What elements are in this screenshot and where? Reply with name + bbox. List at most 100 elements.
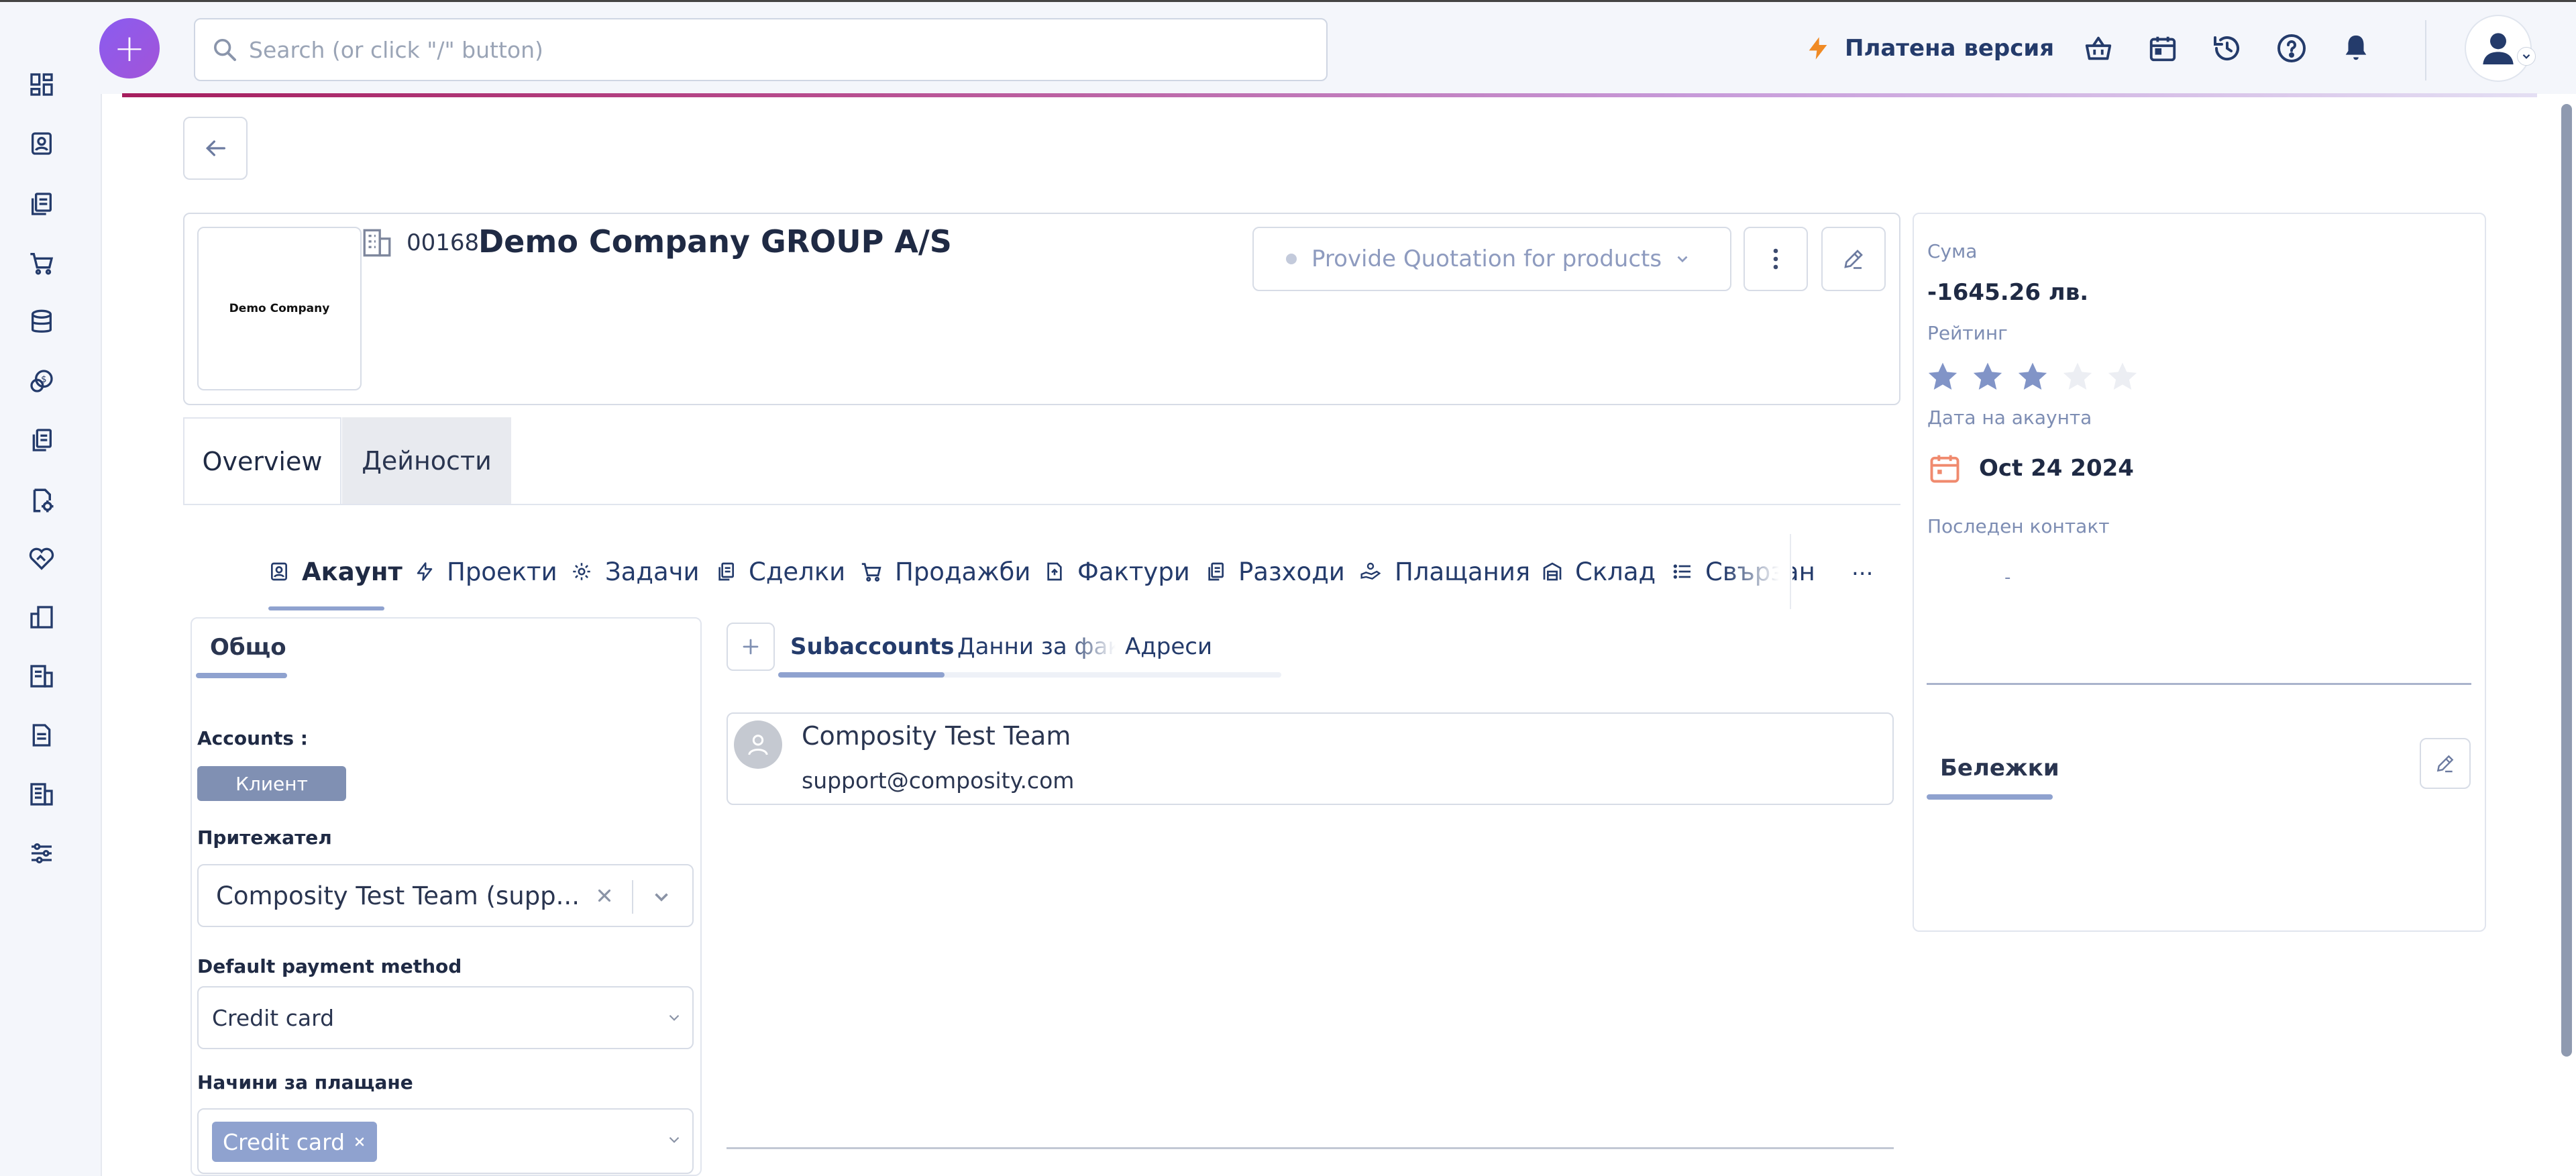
summary-card: [1913, 213, 2486, 932]
company-logo[interactable]: Demo Company: [197, 227, 362, 390]
pencil-icon: [2436, 755, 2454, 773]
general-tab[interactable]: Общо: [210, 634, 286, 661]
help-icon[interactable]: [2273, 30, 2310, 67]
notes-tab[interactable]: Бележки: [1940, 755, 2059, 782]
owner-select[interactable]: Composity Test Team (supp...: [197, 864, 694, 927]
payment-method-select[interactable]: Credit card: [197, 986, 694, 1049]
documents-icon[interactable]: [25, 188, 58, 220]
subtab-account-label: Акаунт: [302, 557, 402, 586]
reports-icon[interactable]: [25, 660, 58, 692]
bell-icon[interactable]: [2337, 30, 2375, 67]
tab-subaccounts[interactable]: Subaccounts: [790, 633, 955, 660]
files-icon[interactable]: [25, 424, 58, 456]
payment-method-label: Default payment method: [197, 955, 462, 977]
chevron-down-icon: [664, 1130, 684, 1150]
quick-add-button[interactable]: +: [99, 18, 160, 78]
calendar-icon: [1927, 451, 1962, 486]
more-actions-button[interactable]: [1743, 227, 1808, 291]
subtab-payments[interactable]: Плащания: [1358, 551, 1530, 592]
subtab-warehouse[interactable]: Склад: [1542, 551, 1656, 592]
user-icon: [2483, 33, 2514, 64]
arrow-left-icon: [205, 140, 225, 156]
subtab-projects[interactable]: Проекти: [415, 551, 557, 592]
notes-icon[interactable]: [25, 719, 58, 751]
database-icon[interactable]: [25, 306, 58, 338]
basket-icon[interactable]: [2080, 30, 2117, 67]
rating-label: Рейтинг: [1927, 322, 2008, 344]
building-icon[interactable]: [25, 778, 58, 810]
calendar-icon[interactable]: [2144, 30, 2182, 67]
owner-select-separator: [632, 880, 633, 914]
subtab-deals[interactable]: Сделки: [715, 551, 845, 592]
paid-version-link[interactable]: Платена версия: [1805, 30, 2054, 67]
payment-methods-label: Начини за плащане: [197, 1071, 413, 1093]
subtabs-fade: [1725, 537, 1792, 609]
tab-addresses[interactable]: Адреси: [1125, 633, 1212, 660]
star-filled-icon[interactable]: [2015, 359, 2051, 395]
stage-dropdown[interactable]: Provide Quotation for products: [1252, 227, 1731, 291]
user-menu-chevron-icon[interactable]: [2517, 47, 2536, 66]
search-input[interactable]: Search (or click "/" button): [194, 18, 1328, 81]
subtab-sales[interactable]: Продажби: [860, 551, 1030, 592]
user-icon: [748, 735, 768, 755]
invoice-icon: [1047, 562, 1062, 581]
subtab-expenses-label: Разходи: [1238, 557, 1345, 586]
chevron-down-icon[interactable]: [647, 882, 676, 912]
subtab-projects-label: Проекти: [447, 557, 557, 586]
settings-doc-icon[interactable]: [25, 484, 58, 517]
page-scrollbar[interactable]: [2561, 104, 2572, 1057]
company-logo-text: Demo Company: [229, 302, 330, 315]
tasks-icon: [573, 563, 590, 580]
subtab-invoices-label: Фактури: [1077, 557, 1190, 586]
tab-activities[interactable]: Дейности: [342, 417, 511, 504]
client-chip[interactable]: Клиент: [197, 766, 346, 801]
account-number: 00168: [407, 229, 480, 256]
edit-account-button[interactable]: [1821, 227, 1886, 291]
payments-icon: [1360, 562, 1381, 580]
warehouse-icon: [1543, 562, 1562, 581]
tab-invoice-data[interactable]: Данни за фактура: [957, 633, 1116, 660]
subtab-tasks[interactable]: Задачи: [570, 551, 700, 592]
subtab-account[interactable]: Акаунт: [268, 551, 402, 592]
handshake-icon[interactable]: [25, 543, 58, 576]
tabs-baseline: [183, 504, 1900, 505]
last-contact-value: -: [2004, 568, 2011, 588]
star-empty-icon[interactable]: [2104, 359, 2141, 395]
payment-method-chip[interactable]: Credit card: [212, 1122, 378, 1162]
history-icon[interactable]: [2208, 30, 2246, 67]
chevron-down-icon: [664, 1008, 684, 1028]
cart-icon[interactable]: [25, 247, 58, 279]
edit-notes-button[interactable]: [2420, 738, 2471, 789]
subtab-expenses[interactable]: Разходи: [1205, 551, 1345, 592]
svg-text:$: $: [41, 375, 46, 385]
sliders-icon[interactable]: [25, 837, 58, 869]
company-building-icon: [360, 226, 394, 260]
contacts-icon[interactable]: [25, 127, 58, 160]
finance-icon[interactable]: $: [25, 365, 58, 397]
add-subaccount-button[interactable]: [727, 623, 775, 671]
account-date-value: Oct 24 2024: [1979, 455, 2134, 482]
close-icon[interactable]: [353, 1135, 366, 1148]
subtab-warehouse-label: Склад: [1575, 557, 1656, 586]
amount-label: Сума: [1927, 240, 1978, 262]
topbar-divider: [2425, 20, 2426, 81]
tab-overview[interactable]: Overview: [183, 417, 341, 504]
clear-icon[interactable]: [591, 882, 618, 909]
stage-dot: [1286, 254, 1297, 264]
payment-methods-select[interactable]: Credit card: [197, 1108, 694, 1174]
avatar: [734, 720, 782, 769]
back-button[interactable]: [183, 117, 248, 180]
subaccount-email[interactable]: support@composity.com: [802, 767, 1074, 794]
stage-label: Provide Quotation for products: [1311, 246, 1662, 272]
dashboard-icon[interactable]: [25, 68, 58, 101]
star-filled-icon[interactable]: [1970, 359, 2006, 395]
star-filled-icon[interactable]: [1925, 359, 1961, 395]
chevron-down-icon: [1677, 256, 1688, 263]
expenses-icon: [1208, 562, 1224, 581]
subtab-invoices[interactable]: Фактури: [1044, 551, 1190, 592]
subtabs-more-button[interactable]: ...: [1851, 554, 1873, 581]
star-empty-icon[interactable]: [2059, 359, 2096, 395]
account-date-label: Дата на акаунта: [1927, 407, 2092, 429]
lightning-icon: [1809, 37, 1827, 60]
projects-icon[interactable]: [25, 601, 58, 633]
